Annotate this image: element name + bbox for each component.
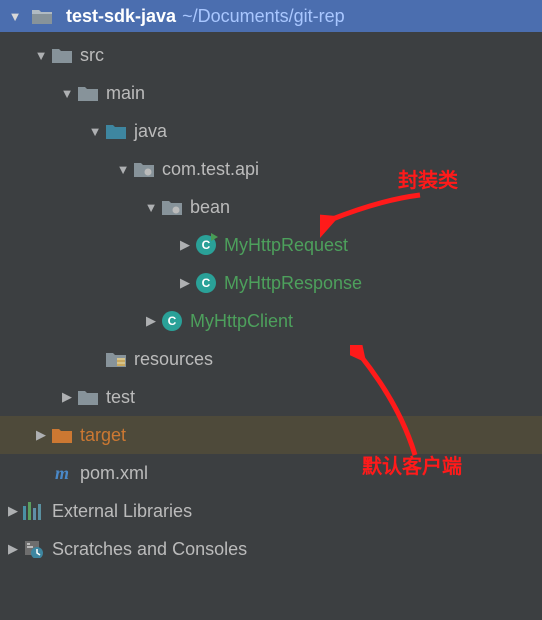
tree-node-java[interactable]: java xyxy=(0,112,542,150)
excluded-folder-icon xyxy=(50,427,74,443)
node-label: MyHttpResponse xyxy=(224,273,362,294)
project-header[interactable]: test-sdk-java ~/Documents/git-rep xyxy=(0,0,542,32)
expand-arrow-icon[interactable] xyxy=(142,200,160,215)
tree-node-package-api[interactable]: com.test.api xyxy=(0,150,542,188)
expand-arrow-icon[interactable] xyxy=(6,9,24,24)
node-label: MyHttpRequest xyxy=(224,235,348,256)
class-icon: C xyxy=(194,273,218,293)
expand-arrow-icon[interactable] xyxy=(176,237,194,253)
node-label: target xyxy=(80,425,126,446)
expand-arrow-icon[interactable] xyxy=(58,389,76,405)
tree-node-class-request[interactable]: C MyHttpRequest xyxy=(0,226,542,264)
tree-node-test[interactable]: test xyxy=(0,378,542,416)
node-label: resources xyxy=(134,349,213,370)
node-label: pom.xml xyxy=(80,463,148,484)
tree-node-src[interactable]: src xyxy=(0,36,542,74)
libraries-icon xyxy=(22,502,46,520)
tree-node-external-libraries[interactable]: External Libraries xyxy=(0,492,542,530)
project-tree: src main java com.test.api bean C My xyxy=(0,32,542,572)
tree-node-class-response[interactable]: C MyHttpResponse xyxy=(0,264,542,302)
node-label: java xyxy=(134,121,167,142)
folder-icon xyxy=(76,85,100,101)
expand-arrow-icon[interactable] xyxy=(58,86,76,101)
project-name: test-sdk-java xyxy=(66,6,176,27)
project-folder-icon xyxy=(30,8,54,24)
node-label: test xyxy=(106,387,135,408)
folder-icon xyxy=(76,389,100,405)
expand-arrow-icon[interactable] xyxy=(32,48,50,63)
tree-node-package-bean[interactable]: bean xyxy=(0,188,542,226)
node-label: com.test.api xyxy=(162,159,259,180)
node-label: src xyxy=(80,45,104,66)
expand-arrow-icon[interactable] xyxy=(142,313,160,329)
expand-arrow-icon[interactable] xyxy=(176,275,194,291)
node-label: bean xyxy=(190,197,230,218)
scratches-icon xyxy=(22,540,46,558)
expand-arrow-icon[interactable] xyxy=(86,124,104,139)
package-icon xyxy=(132,161,156,177)
expand-arrow-icon[interactable] xyxy=(32,427,50,443)
node-label: MyHttpClient xyxy=(190,311,293,332)
package-icon xyxy=(160,199,184,215)
class-icon: C xyxy=(160,311,184,331)
tree-node-scratches[interactable]: Scratches and Consoles xyxy=(0,530,542,568)
tree-node-pom[interactable]: m pom.xml xyxy=(0,454,542,492)
node-label: External Libraries xyxy=(52,501,192,522)
tree-node-main[interactable]: main xyxy=(0,74,542,112)
expand-arrow-icon[interactable] xyxy=(4,541,22,557)
tree-node-target[interactable]: target xyxy=(0,416,542,454)
node-label: main xyxy=(106,83,145,104)
maven-icon: m xyxy=(50,464,74,482)
folder-icon xyxy=(50,47,74,63)
tree-node-class-client[interactable]: C MyHttpClient xyxy=(0,302,542,340)
resources-folder-icon xyxy=(104,351,128,367)
source-folder-icon xyxy=(104,123,128,139)
class-icon: C xyxy=(194,235,218,255)
expand-arrow-icon[interactable] xyxy=(114,162,132,177)
project-path: ~/Documents/git-rep xyxy=(182,6,345,27)
tree-node-resources[interactable]: resources xyxy=(0,340,542,378)
node-label: Scratches and Consoles xyxy=(52,539,247,560)
expand-arrow-icon[interactable] xyxy=(4,503,22,519)
